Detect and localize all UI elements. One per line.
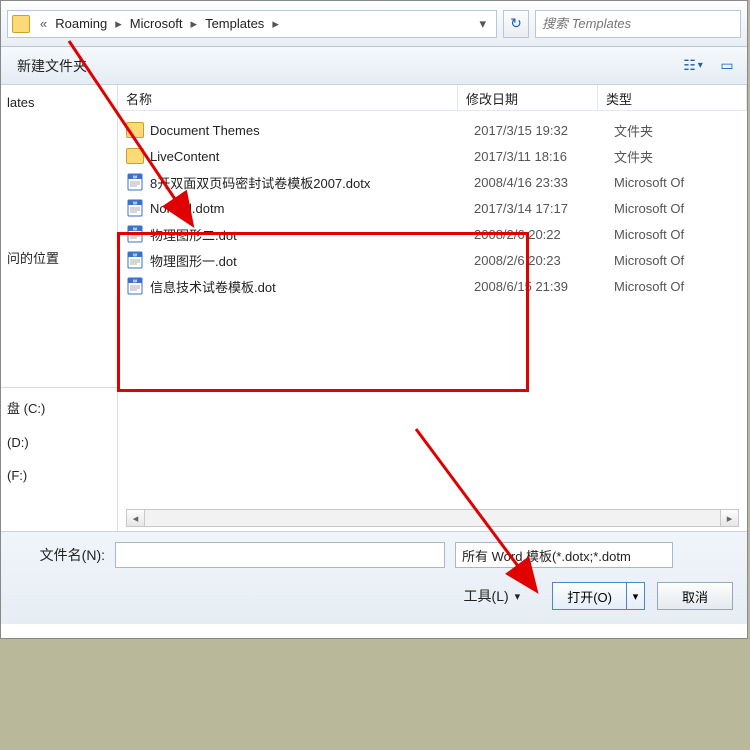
- header-type[interactable]: 类型: [598, 85, 747, 110]
- file-row[interactable]: W 物理图形二.dot2008/2/6 20:22Microsoft Of: [118, 221, 747, 247]
- file-date: 2017/3/15 19:32: [474, 123, 614, 138]
- file-date: 2008/4/16 23:33: [474, 175, 614, 190]
- breadcrumb-seg-templates[interactable]: Templates: [203, 16, 266, 31]
- word-doc-icon: W: [126, 199, 144, 217]
- refresh-icon: ↻: [510, 15, 522, 32]
- breadcrumb-seg-roaming[interactable]: Roaming: [53, 16, 109, 31]
- tools-label: 工具(L): [464, 586, 509, 606]
- preview-pane-button[interactable]: ▭: [715, 56, 739, 76]
- open-button-dropdown[interactable]: ▾: [626, 583, 644, 609]
- file-type-filter[interactable]: 所有 Word 模板(*.dotx;*.dotm: [455, 542, 673, 568]
- scroll-track[interactable]: [145, 510, 720, 526]
- file-row[interactable]: W 8开双面双页码密封试卷模板2007.dotx2008/4/16 23:33Mi…: [118, 169, 747, 195]
- open-button[interactable]: 打开(O): [553, 583, 626, 609]
- file-name: 信息技术试卷模板.dot: [150, 277, 474, 296]
- folder-icon: [126, 148, 144, 164]
- nav-item-recent[interactable]: 问的位置: [1, 244, 117, 271]
- file-type: 文件夹: [614, 121, 653, 140]
- word-doc-icon: W: [126, 225, 144, 243]
- chevron-down-icon: ▾: [698, 60, 703, 71]
- file-row[interactable]: W Normal.dotm2017/3/14 17:17Microsoft Of: [118, 195, 747, 221]
- word-doc-icon: W: [126, 173, 144, 191]
- list-view-icon: ☷: [683, 57, 696, 74]
- file-row[interactable]: W 信息技术试卷模板.dot2008/6/15 21:39Microsoft Of: [118, 273, 747, 299]
- bottom-pane: 文件名(N): 所有 Word 模板(*.dotx;*.dotm 工具(L) ▾…: [1, 531, 747, 624]
- file-area: 名称 修改日期 类型 Document Themes2017/3/15 19:3…: [118, 85, 747, 531]
- file-date: 2017/3/14 17:17: [474, 201, 614, 216]
- chevron-down-icon: ▾: [515, 590, 521, 603]
- file-name: LiveContent: [150, 149, 474, 164]
- file-row[interactable]: Document Themes2017/3/15 19:32文件夹: [118, 117, 747, 143]
- file-date: 2008/2/6 20:23: [474, 253, 614, 268]
- nav-item-templates[interactable]: lates: [1, 91, 117, 114]
- nav-item-drive-f[interactable]: (F:): [1, 464, 117, 487]
- nav-divider: [1, 387, 117, 388]
- folder-icon: [12, 15, 30, 33]
- nav-pane: lates 问的位置 盘 (C:) (D:) (F:): [1, 85, 118, 531]
- file-row[interactable]: LiveContent2017/3/11 18:16文件夹: [118, 143, 747, 169]
- file-date: 2008/6/15 21:39: [474, 279, 614, 294]
- refresh-button[interactable]: ↻: [503, 10, 529, 38]
- open-button-split: 打开(O) ▾: [552, 582, 645, 610]
- chevron-down-icon[interactable]: ▾: [473, 16, 492, 32]
- file-type: Microsoft Of: [614, 279, 684, 294]
- breadcrumb[interactable]: « Roaming ▸ Microsoft ▸ Templates ▸ ▾: [7, 10, 497, 38]
- view-options-button[interactable]: ☷ ▾: [681, 56, 705, 76]
- file-type: Microsoft Of: [614, 227, 684, 242]
- filename-input[interactable]: [115, 542, 445, 568]
- file-type: Microsoft Of: [614, 253, 684, 268]
- file-row[interactable]: W 物理图形一.dot2008/2/6 20:23Microsoft Of: [118, 247, 747, 273]
- toolbar: 新建文件夹 ☷ ▾ ▭: [1, 47, 747, 85]
- file-name: 8开双面双页码密封试卷模板2007.dotx: [150, 173, 474, 192]
- chevron-right-icon[interactable]: ▸: [266, 16, 285, 32]
- scroll-left-button[interactable]: ◂: [127, 510, 145, 526]
- filename-label: 文件名(N):: [15, 545, 105, 565]
- breadcrumb-seg-microsoft[interactable]: Microsoft: [128, 16, 185, 31]
- file-name: 物理图形一.dot: [150, 251, 474, 270]
- file-name: Document Themes: [150, 123, 474, 138]
- header-name[interactable]: 名称: [118, 85, 458, 110]
- file-name: Normal.dotm: [150, 201, 474, 216]
- filter-value: 所有 Word 模板(*.dotx;*.dotm: [462, 546, 631, 565]
- file-type: Microsoft Of: [614, 201, 684, 216]
- search-input[interactable]: [542, 16, 734, 31]
- nav-item-drive-d[interactable]: (D:): [1, 431, 117, 454]
- tools-dropdown[interactable]: 工具(L) ▾: [464, 586, 527, 606]
- new-folder-button[interactable]: 新建文件夹: [9, 52, 95, 80]
- word-doc-icon: W: [126, 277, 144, 295]
- view-controls: ☷ ▾ ▭: [681, 56, 739, 76]
- word-doc-icon: W: [126, 251, 144, 269]
- file-list-header: 名称 修改日期 类型: [118, 85, 747, 111]
- filename-row: 文件名(N): 所有 Word 模板(*.dotx;*.dotm: [15, 542, 733, 568]
- cancel-button[interactable]: 取消: [657, 582, 733, 610]
- file-type: Microsoft Of: [614, 175, 684, 190]
- folder-icon: [126, 122, 144, 138]
- file-open-dialog: « Roaming ▸ Microsoft ▸ Templates ▸ ▾ ↻ …: [0, 0, 748, 639]
- preview-icon: ▭: [720, 57, 733, 74]
- body-area: lates 问的位置 盘 (C:) (D:) (F:) 名称 修改日期 类型 D…: [1, 85, 747, 531]
- nav-item-drive-c[interactable]: 盘 (C:): [1, 394, 117, 421]
- breadcrumb-prefix: «: [34, 16, 53, 31]
- file-date: 2008/2/6 20:22: [474, 227, 614, 242]
- address-bar: « Roaming ▸ Microsoft ▸ Templates ▸ ▾ ↻: [1, 1, 747, 47]
- header-date[interactable]: 修改日期: [458, 85, 598, 110]
- button-row: 工具(L) ▾ 打开(O) ▾ 取消: [15, 582, 733, 610]
- chevron-right-icon[interactable]: ▸: [109, 16, 128, 32]
- chevron-right-icon[interactable]: ▸: [185, 16, 204, 32]
- scroll-right-button[interactable]: ▸: [720, 510, 738, 526]
- search-box[interactable]: [535, 10, 741, 38]
- file-date: 2017/3/11 18:16: [474, 149, 614, 164]
- file-list[interactable]: Document Themes2017/3/15 19:32文件夹LiveCon…: [118, 111, 747, 509]
- horizontal-scrollbar[interactable]: ◂ ▸: [126, 509, 739, 527]
- file-name: 物理图形二.dot: [150, 225, 474, 244]
- file-type: 文件夹: [614, 147, 653, 166]
